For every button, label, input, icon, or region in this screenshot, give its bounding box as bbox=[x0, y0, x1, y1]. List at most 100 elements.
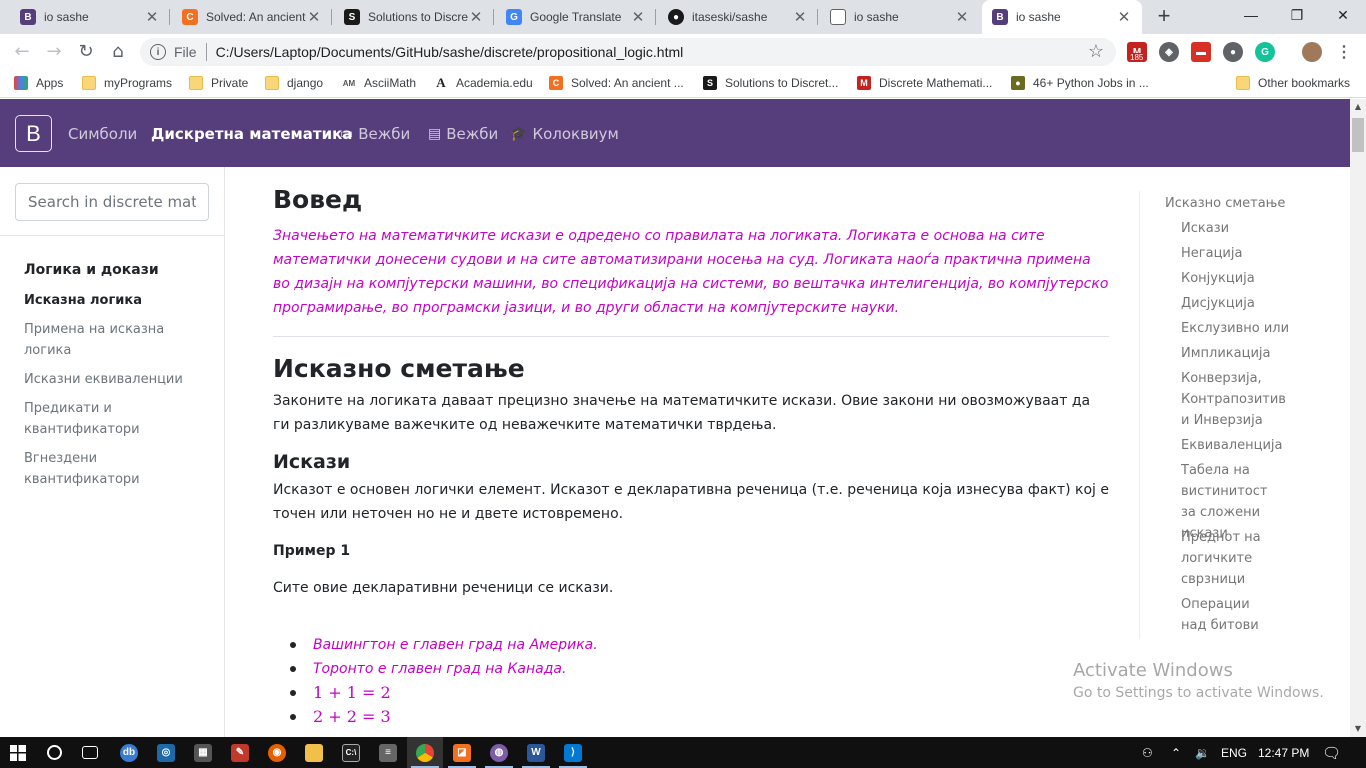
bookmark-link[interactable]: C Solved: An ancient ... bbox=[549, 76, 684, 90]
taskbar-app[interactable]: ◍ bbox=[481, 737, 517, 768]
toc-item[interactable]: Дисјукција bbox=[1181, 293, 1311, 314]
close-window-button[interactable]: ✕ bbox=[1320, 0, 1366, 30]
nav-exercises[interactable]: ▭ Вежби bbox=[340, 125, 410, 143]
home-icon[interactable]: ⌂ bbox=[106, 40, 130, 64]
browser-tab-active[interactable]: B io sashe ✕ bbox=[982, 0, 1142, 34]
volume-icon[interactable]: 🔉 bbox=[1195, 737, 1210, 768]
task-view-button[interactable] bbox=[72, 737, 108, 768]
divider bbox=[273, 336, 1109, 337]
taskbar-app[interactable]: ▦ bbox=[185, 737, 221, 768]
browser-tab[interactable]: S Solutions to Discre ✕ bbox=[334, 0, 494, 34]
page-scrollbar[interactable]: ▲ ▼ bbox=[1350, 99, 1366, 737]
start-button[interactable] bbox=[0, 737, 36, 768]
taskbar-app[interactable] bbox=[296, 737, 332, 768]
people-icon[interactable]: ⚇ bbox=[1142, 737, 1153, 768]
toc-item[interactable]: Исказно сметање bbox=[1165, 193, 1315, 214]
forward-icon[interactable]: → bbox=[42, 40, 66, 64]
search-button[interactable] bbox=[36, 737, 72, 768]
bookmark-label: 46+ Python Jobs in ... bbox=[1033, 76, 1149, 90]
scroll-thumb[interactable] bbox=[1352, 118, 1364, 152]
toc-item[interactable]: Операции над битови bbox=[1181, 594, 1276, 636]
avatar[interactable] bbox=[1302, 42, 1322, 62]
nav-exercises-book[interactable]: ▤ Вежби bbox=[428, 125, 498, 143]
toc-item[interactable]: Конјукција bbox=[1181, 268, 1311, 289]
browser-tab[interactable]: G Google Translate ✕ bbox=[496, 0, 656, 34]
toc-item[interactable]: Импликација bbox=[1181, 343, 1311, 364]
browser-tab[interactable]: io sashe ✕ bbox=[820, 0, 980, 34]
bookmark-folder[interactable]: django bbox=[265, 76, 323, 90]
sidebar-item-equivalences[interactable]: Исказни еквиваленции bbox=[24, 369, 204, 390]
bookmark-link[interactable]: S Solutions to Discret... bbox=[703, 76, 838, 90]
browser-tab[interactable]: C Solved: An ancient ✕ bbox=[172, 0, 332, 34]
notifications-icon[interactable]: 🗨 bbox=[1322, 737, 1341, 768]
menu-icon[interactable]: ⋮ bbox=[1334, 42, 1354, 62]
nav-label: Вежби bbox=[358, 125, 411, 143]
bookmark-folder[interactable]: myPrograms bbox=[82, 76, 172, 90]
new-tab-button[interactable]: + bbox=[1152, 5, 1176, 29]
nav-discrete-math[interactable]: Дискретна математика bbox=[151, 125, 352, 143]
toc-item[interactable]: Искази bbox=[1181, 218, 1311, 239]
bootstrap-logo[interactable]: B bbox=[15, 115, 52, 152]
scroll-down-icon[interactable]: ▼ bbox=[1350, 721, 1366, 737]
browser-tab[interactable]: ● itaseski/sashe ✕ bbox=[658, 0, 818, 34]
bookmark-folder[interactable]: Private bbox=[189, 76, 248, 90]
sidebar-item-predicates[interactable]: Предикати и квантификатори bbox=[24, 398, 204, 440]
chegg-icon: C bbox=[549, 76, 563, 90]
extension-icon[interactable]: ▬ bbox=[1191, 42, 1211, 62]
close-tab-icon[interactable]: ✕ bbox=[468, 8, 484, 26]
sidebar-item-nested-quantifiers[interactable]: Вгнездени квантификатори bbox=[24, 448, 204, 490]
bookmark-apps[interactable]: Apps bbox=[14, 76, 63, 90]
close-tab-icon[interactable]: ✕ bbox=[144, 8, 160, 26]
bookmark-link[interactable]: AM AsciiMath bbox=[342, 76, 416, 90]
taskbar-app[interactable]: ≡ bbox=[370, 737, 406, 768]
sidebar-item-propositional-logic[interactable]: Исказна логика bbox=[24, 290, 204, 311]
toc-item[interactable]: Конверзија, Контрапозитив и Инверзија bbox=[1181, 368, 1291, 431]
nav-symbols[interactable]: Симболи bbox=[68, 125, 137, 143]
other-bookmarks[interactable]: Other bookmarks bbox=[1236, 76, 1350, 90]
extension-icon[interactable]: ◈ bbox=[1159, 42, 1179, 62]
sidebar-group-title[interactable]: Логика и докази bbox=[24, 262, 159, 278]
taskbar-app[interactable]: ⟩ bbox=[555, 737, 591, 768]
bookmark-link[interactable]: ● 46+ Python Jobs in ... bbox=[1011, 76, 1149, 90]
url-text[interactable]: C:/Users/Laptop/Documents/GitHub/sashe/d… bbox=[216, 44, 684, 60]
toc-item[interactable]: Екслузивно или bbox=[1181, 318, 1311, 339]
scroll-up-icon[interactable]: ▲ bbox=[1350, 99, 1366, 115]
taskbar-app[interactable]: ◉ bbox=[259, 737, 295, 768]
bookmark-star-icon[interactable]: ☆ bbox=[1088, 41, 1104, 62]
close-tab-icon[interactable]: ✕ bbox=[792, 8, 808, 26]
tab-title: io sashe bbox=[854, 10, 899, 24]
nav-colloquium[interactable]: 🎓 Колоквиум bbox=[510, 125, 619, 143]
toc-item[interactable]: Еквиваленција bbox=[1181, 435, 1311, 456]
bookmark-link[interactable]: M Discrete Mathemati... bbox=[857, 76, 992, 90]
back-icon[interactable]: ← bbox=[10, 40, 34, 64]
minimize-button[interactable]: — bbox=[1228, 0, 1274, 30]
grammarly-icon[interactable]: G bbox=[1255, 42, 1275, 62]
taskbar-app[interactable]: W bbox=[518, 737, 554, 768]
m-icon: M bbox=[857, 76, 871, 90]
search-input[interactable] bbox=[15, 183, 209, 221]
toc-item[interactable]: Преднот на логичките сврзници bbox=[1181, 527, 1276, 590]
bookmark-link[interactable]: A Academia.edu bbox=[434, 75, 533, 90]
browser-tab[interactable]: B io sashe ✕ bbox=[10, 0, 170, 34]
maximize-button[interactable]: ❐ bbox=[1274, 0, 1320, 30]
clock[interactable]: 12:47 PM bbox=[1258, 737, 1309, 768]
close-tab-icon[interactable]: ✕ bbox=[1116, 8, 1132, 26]
info-icon[interactable]: i bbox=[150, 44, 166, 60]
close-tab-icon[interactable]: ✕ bbox=[306, 8, 322, 26]
close-tab-icon[interactable]: ✕ bbox=[954, 8, 970, 26]
toc-item[interactable]: Негација bbox=[1181, 243, 1311, 264]
extension-icon[interactable]: ● bbox=[1223, 42, 1243, 62]
taskbar-app[interactable]: ✎ bbox=[222, 737, 258, 768]
cortana-icon bbox=[46, 745, 62, 760]
taskbar-app[interactable]: C:\ bbox=[333, 737, 369, 768]
address-bar[interactable]: i File C:/Users/Laptop/Documents/GitHub/… bbox=[140, 38, 1116, 66]
close-tab-icon[interactable]: ✕ bbox=[630, 8, 646, 26]
language-indicator[interactable]: ENG bbox=[1221, 737, 1247, 768]
tray-chevron-icon[interactable]: ⌃ bbox=[1171, 737, 1181, 768]
reload-icon[interactable]: ↻ bbox=[74, 40, 98, 64]
taskbar-app[interactable]: ◎ bbox=[148, 737, 184, 768]
taskbar-app-chrome[interactable] bbox=[407, 737, 443, 768]
taskbar-app[interactable]: ◪ bbox=[444, 737, 480, 768]
taskbar-app[interactable]: db bbox=[111, 737, 147, 768]
sidebar-item-applications[interactable]: Примена на исказна логика bbox=[24, 319, 204, 361]
